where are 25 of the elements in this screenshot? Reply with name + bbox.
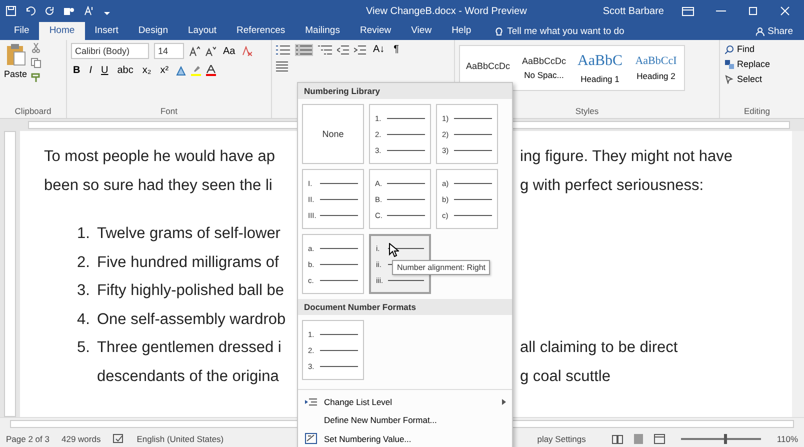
document-text: been so sure had they seen the li [44, 176, 272, 195]
document-text: ing figure. They might not have [520, 148, 733, 166]
document-text: Fifty highly-polished ball be [97, 282, 284, 300]
document-text: g with perfect seriousness: [520, 176, 704, 195]
document-text: all claiming to be direct [520, 339, 678, 358]
document-text: g coal scuttle [520, 368, 610, 386]
document-text: One self-assembly wardrob [97, 310, 286, 329]
group-label: Editing [743, 106, 771, 118]
list-number: 5. [77, 339, 91, 358]
document-text: Twelve grams of self-lower [97, 225, 280, 244]
list-number: 2. [77, 254, 91, 272]
window-title: View ChangeB.docx - Word Preview [366, 6, 528, 16]
group-label: Clipboard [14, 106, 52, 118]
group-label: Styles [574, 106, 600, 118]
document-text: Five hundred milligrams of [97, 254, 279, 272]
list-number: 1. [77, 225, 91, 244]
group-label: Font [159, 106, 178, 118]
section-header: Numbering Library [298, 83, 512, 99]
document-text: Three gentlemen dressed i [97, 339, 282, 358]
section-header: Document Number Formats [298, 299, 512, 315]
tooltip: Number alignment: Right [392, 260, 490, 275]
list-number: 3. [77, 282, 91, 300]
document-text: To most people he would have ap [44, 148, 275, 166]
list-number: 4. [77, 310, 91, 329]
document-text: descendants of the origina [97, 368, 279, 386]
